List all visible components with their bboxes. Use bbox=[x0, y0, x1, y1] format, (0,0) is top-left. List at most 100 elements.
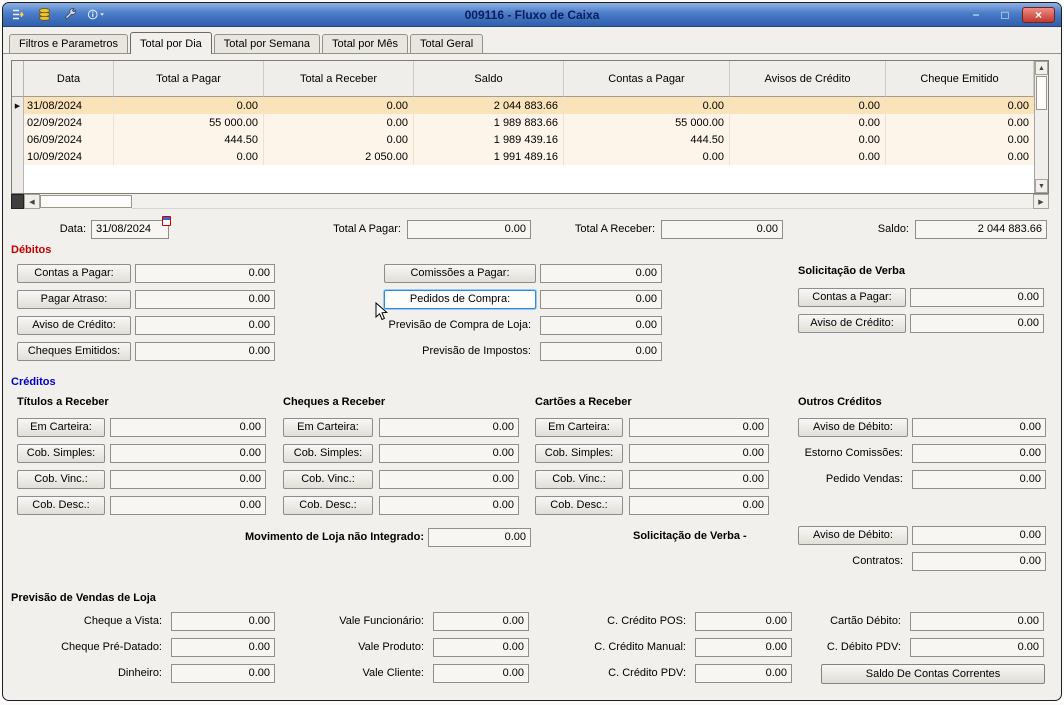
column-header-data[interactable]: Data bbox=[24, 61, 114, 97]
field-row: C. Crédito POS: 0.00 bbox=[539, 612, 792, 631]
calendar-marker-icon[interactable] bbox=[162, 216, 171, 226]
contas-a-pagar-button[interactable]: Contas a Pagar: bbox=[17, 264, 131, 283]
summary-bar: Data: 31/08/2024 Total A Pagar: 0.00 Tot… bbox=[11, 216, 1053, 242]
scroll-up-icon[interactable]: ▲ bbox=[1035, 61, 1048, 75]
cartao-debito-value: 0.00 bbox=[910, 612, 1044, 631]
field-row: Pagar Atraso: 0.00 bbox=[17, 290, 275, 309]
hscroll-thumb[interactable] bbox=[40, 195, 132, 208]
pedidos-de-compra-value: 0.00 bbox=[540, 290, 662, 309]
field-row: Em Carteira: 0.00 bbox=[283, 418, 519, 437]
field-row: Cheques Emitidos: 0.00 bbox=[17, 342, 275, 361]
field-row: Cob. Simples: 0.00 bbox=[17, 444, 266, 463]
vscroll-track[interactable] bbox=[1035, 111, 1048, 179]
maximize-button[interactable]: □ bbox=[993, 7, 1017, 23]
c-credito-manual-value: 0.00 bbox=[695, 638, 792, 657]
pedidos-de-compra-button[interactable]: Pedidos de Compra: bbox=[384, 290, 536, 309]
cob-vinc-button[interactable]: Cob. Vinc.: bbox=[283, 470, 373, 489]
field-row: Vale Funcionário: 0.00 bbox=[283, 612, 529, 631]
contratos-label: Contratos: bbox=[852, 555, 903, 567]
row-gutter bbox=[12, 114, 24, 131]
scroll-down-icon[interactable]: ▼ bbox=[1035, 179, 1048, 193]
tab-filtros-e-parametros[interactable]: Filtros e Parametros bbox=[9, 34, 129, 53]
cob-vinc-button[interactable]: Cob. Vinc.: bbox=[535, 470, 623, 489]
cell: 55 000.00 bbox=[114, 114, 264, 131]
aviso-de-debito-value: 0.00 bbox=[912, 526, 1046, 545]
aviso-de-credito-value: 0.00 bbox=[910, 314, 1044, 333]
field-row: Cob. Simples: 0.00 bbox=[283, 444, 519, 463]
table-row[interactable]: ▶ 31/08/2024 0.00 0.00 2 044 883.66 0.00 0.00 0… bbox=[12, 97, 1034, 114]
scroll-left-icon[interactable]: ◀ bbox=[24, 194, 40, 209]
close-button[interactable]: × bbox=[1022, 6, 1055, 23]
c-credito-manual-label: C. Crédito Manual: bbox=[594, 641, 686, 653]
debitos-middle-fields: Comissões a Pagar: 0.00 Pedidos de Compra:… bbox=[384, 264, 662, 368]
scroll-right-icon[interactable]: ▶ bbox=[1033, 194, 1049, 209]
cell: 2 044 883.66 bbox=[414, 97, 564, 114]
contas-a-pagar-button[interactable]: Contas a Pagar: bbox=[798, 288, 906, 307]
em-carteira-button[interactable]: Em Carteira: bbox=[535, 418, 623, 437]
em-carteira-button[interactable]: Em Carteira: bbox=[283, 418, 373, 437]
solicitacao-de-verba-title: Solicitação de Verba bbox=[798, 265, 905, 277]
data-grid: Data Total a Pagar Total a Receber Saldo Con… bbox=[11, 60, 1049, 194]
cob-vinc-button[interactable]: Cob. Vinc.: bbox=[17, 470, 105, 489]
cheques-emitidos-button[interactable]: Cheques Emitidos: bbox=[17, 342, 131, 361]
vertical-scrollbar[interactable]: ▲ ▼ bbox=[1034, 61, 1048, 193]
column-header-avisos-de-credito[interactable]: Avisos de Crédito bbox=[730, 61, 886, 97]
column-header-cheque-emitido[interactable]: Cheque Emitido bbox=[886, 61, 1034, 97]
pagar-atraso-button[interactable]: Pagar Atraso: bbox=[17, 290, 131, 309]
cheques-a-receber-fields: Em Carteira: 0.00 Cob. Simples: 0.00 Cob. Vi… bbox=[283, 418, 519, 522]
aviso-de-debito-button[interactable]: Aviso de Débito: bbox=[798, 418, 908, 437]
cell: 0.00 bbox=[730, 114, 886, 131]
column-header-saldo[interactable]: Saldo bbox=[414, 61, 564, 97]
navigate-icon[interactable] bbox=[9, 7, 27, 23]
cob-simples-button[interactable]: Cob. Simples: bbox=[283, 444, 373, 463]
column-header-total-a-receber[interactable]: Total a Receber bbox=[264, 61, 414, 97]
table-row[interactable]: 06/09/2024 444.50 0.00 1 989 439.16 444.50 0.… bbox=[12, 131, 1034, 148]
outros-creditos-title: Outros Créditos bbox=[798, 396, 882, 408]
em-carteira-value: 0.00 bbox=[379, 418, 519, 437]
table-row[interactable]: 10/09/2024 0.00 2 050.00 1 991 489.16 0.00 0.… bbox=[12, 148, 1034, 165]
field-row: Aviso de Débito: 0.00 bbox=[798, 526, 1046, 545]
column-header-contas-a-pagar[interactable]: Contas a Pagar bbox=[564, 61, 730, 97]
horizontal-scrollbar[interactable]: ◀ ▶ bbox=[11, 194, 1049, 209]
coins-icon[interactable] bbox=[35, 7, 53, 23]
cob-simples-button[interactable]: Cob. Simples: bbox=[535, 444, 623, 463]
tab-bar: Filtros e Parametros Total por Dia Total… bbox=[3, 27, 1061, 54]
cell: 31/08/2024 bbox=[24, 97, 114, 114]
em-carteira-button[interactable]: Em Carteira: bbox=[17, 418, 105, 437]
table-row[interactable]: 02/09/2024 55 000.00 0.00 1 989 883.66 55 00… bbox=[12, 114, 1034, 131]
cell: 0.00 bbox=[730, 148, 886, 165]
minimize-button[interactable]: − bbox=[964, 7, 988, 23]
hscroll-track[interactable] bbox=[132, 194, 1033, 209]
previsao-col1-fields: Cheque a Vista: 0.00 Cheque Pré-Datado: 0.0… bbox=[17, 612, 275, 690]
comissoes-a-pagar-button[interactable]: Comissões a Pagar: bbox=[384, 264, 536, 283]
vscroll-thumb[interactable] bbox=[1036, 76, 1047, 110]
data-field[interactable]: 31/08/2024 bbox=[91, 220, 169, 239]
tab-total-por-mes[interactable]: Total por Mês bbox=[322, 34, 409, 53]
field-row: Contas a Pagar: 0.00 bbox=[17, 264, 275, 283]
cell: 0.00 bbox=[264, 114, 414, 131]
wrench-icon[interactable] bbox=[61, 7, 79, 23]
tab-total-geral[interactable]: Total Geral bbox=[410, 34, 484, 53]
window-title: 009116 - Fluxo de Caixa bbox=[464, 7, 600, 22]
aviso-de-credito-value: 0.00 bbox=[135, 316, 275, 335]
row-gutter bbox=[12, 131, 24, 148]
aviso-de-credito-button[interactable]: Aviso de Crédito: bbox=[17, 316, 131, 335]
aviso-de-debito-button[interactable]: Aviso de Débito: bbox=[798, 526, 908, 545]
cob-desc-button[interactable]: Cob. Desc.: bbox=[17, 496, 105, 515]
column-header-total-a-pagar[interactable]: Total a Pagar bbox=[114, 61, 264, 97]
estorno-comissoes-value: 0.00 bbox=[912, 444, 1046, 463]
comissoes-a-pagar-value: 0.00 bbox=[540, 264, 662, 283]
aviso-de-credito-button[interactable]: Aviso de Crédito: bbox=[798, 314, 906, 333]
cob-simples-button[interactable]: Cob. Simples: bbox=[17, 444, 105, 463]
creditos-verba-fields: Aviso de Débito: 0.00 Contratos: 0.00 bbox=[798, 526, 1046, 578]
total-a-receber-label: Total A Receber: bbox=[574, 223, 655, 235]
info-icon[interactable] bbox=[87, 7, 105, 23]
contratos-value: 0.00 bbox=[912, 552, 1046, 571]
cob-desc-button[interactable]: Cob. Desc.: bbox=[283, 496, 373, 515]
cell: 0.00 bbox=[114, 97, 264, 114]
saldo-contas-correntes-button[interactable]: Saldo De Contas Correntes bbox=[821, 664, 1045, 684]
field-row: C. Crédito PDV: 0.00 bbox=[539, 664, 792, 683]
tab-total-por-dia[interactable]: Total por Dia bbox=[130, 32, 212, 54]
cob-desc-button[interactable]: Cob. Desc.: bbox=[535, 496, 623, 515]
tab-total-por-semana[interactable]: Total por Semana bbox=[213, 34, 321, 53]
